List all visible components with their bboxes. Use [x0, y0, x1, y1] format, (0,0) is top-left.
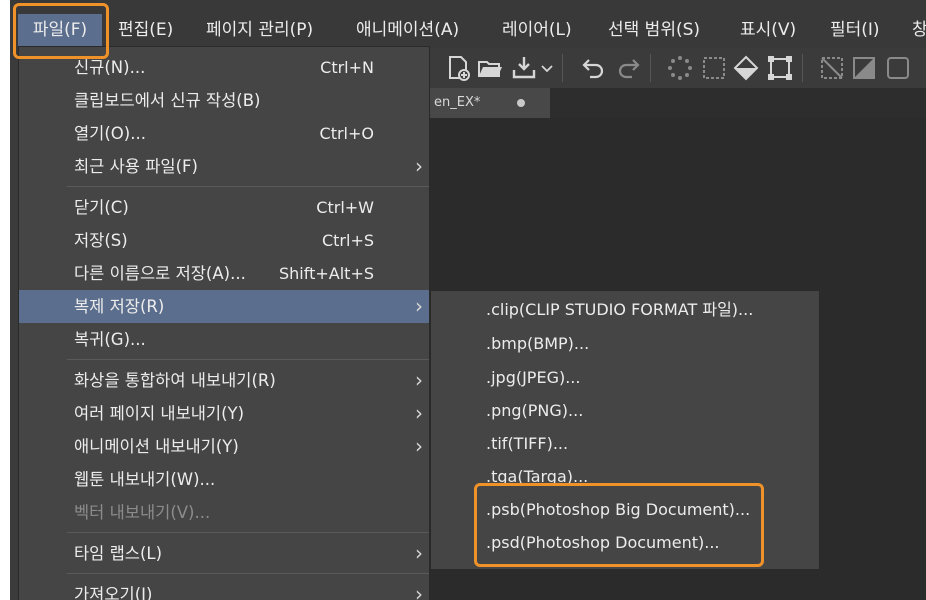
menu-item-save-duplicate[interactable]: 복제 저장(R) › — [19, 290, 429, 323]
chevron-right-icon: › — [415, 368, 423, 392]
menu-item-revert[interactable]: 복귀(G)... — [19, 323, 429, 356]
save-duplicate-submenu: .clip(CLIP STUDIO FORMAT 파일)... .bmp(BMP… — [430, 290, 820, 570]
menu-item-label: 클립보드에서 신규 작성(B) — [74, 91, 261, 110]
unsaved-dot-icon — [517, 99, 525, 107]
menu-item-label: .clip(CLIP STUDIO FORMAT 파일)... — [486, 300, 754, 319]
menu-item-shortcut: Ctrl+N — [320, 58, 374, 77]
submenu-item-tif[interactable]: .tif(TIFF)... — [431, 427, 819, 460]
toolbar-separator — [562, 54, 563, 82]
menu-item-save[interactable]: 저장(S) Ctrl+S — [19, 224, 429, 257]
frame-icon[interactable] — [884, 54, 912, 82]
menu-item-shortcut: Shift+Alt+S — [279, 264, 374, 283]
toolbar-separator — [802, 54, 803, 82]
menu-item-label: 열기(O)... — [74, 124, 146, 143]
menu-item-save-as[interactable]: 다른 이름으로 저장(A)... Shift+Alt+S — [19, 257, 429, 290]
menu-item-label: 신규(N)... — [74, 58, 146, 77]
menu-separator — [67, 573, 429, 574]
submenu-item-tga[interactable]: .tga(Targa)... — [431, 460, 819, 493]
menu-animation[interactable]: 애니메이션(A) — [356, 17, 459, 43]
menu-item-label: 복제 저장(R) — [74, 297, 165, 316]
loading-icon[interactable] — [666, 54, 694, 82]
toolbar-separator — [650, 54, 651, 82]
menu-item-export-animation[interactable]: 애니메이션 내보내기(Y) › — [19, 430, 429, 463]
menu-item-label: .tga(Targa)... — [486, 467, 589, 486]
redo-icon[interactable] — [614, 54, 642, 82]
menu-page-management[interactable]: 페이지 관리(P) — [206, 17, 313, 43]
menu-item-label: 화상을 통합하여 내보내기(R) — [74, 371, 276, 390]
menu-item-label: 웹툰 내보내기(W)... — [74, 470, 216, 489]
menu-item-export-vector: 벡터 내보내기(V)... — [19, 496, 429, 529]
menu-item-label: 복귀(G)... — [74, 330, 146, 349]
menu-item-open[interactable]: 열기(O)... Ctrl+O — [19, 117, 429, 150]
menu-item-recent-files[interactable]: 최근 사용 파일(F) › — [19, 150, 429, 183]
chevron-right-icon: › — [415, 401, 423, 425]
menu-item-label: .bmp(BMP)... — [486, 334, 590, 353]
document-tabbar: en_EX* — [430, 88, 926, 118]
ruler-disabled-icon[interactable] — [818, 54, 846, 82]
menu-item-shortcut: Ctrl+O — [319, 124, 374, 143]
menu-edit[interactable]: 편집(E) — [118, 17, 173, 43]
submenu-item-jpg[interactable]: .jpg(JPEG)... — [431, 361, 819, 394]
open-folder-icon[interactable] — [476, 54, 504, 82]
menu-item-new[interactable]: 신규(N)... Ctrl+N — [19, 51, 429, 84]
menu-item-label: .psb(Photoshop Big Document)... — [486, 500, 751, 519]
menu-item-label: 닫기(C) — [74, 198, 129, 217]
menu-item-export-multiple-pages[interactable]: 여러 페이지 내보내기(Y) › — [19, 397, 429, 430]
menu-item-close[interactable]: 닫기(C) Ctrl+W — [19, 191, 429, 224]
document-tab[interactable]: en_EX* — [430, 88, 550, 118]
document-tab-title: en_EX* — [434, 95, 481, 110]
menu-item-label: 가져오기(I) — [74, 585, 153, 600]
menu-item-label: 애니메이션 내보내기(Y) — [74, 437, 239, 456]
menu-layer[interactable]: 레이어(L) — [502, 17, 572, 43]
menu-item-label: 다른 이름으로 저장(A)... — [74, 264, 246, 283]
menu-filter[interactable]: 필터(I) — [830, 17, 880, 43]
grid-icon[interactable] — [850, 54, 878, 82]
menu-selection[interactable]: 선택 범위(S) — [608, 17, 700, 43]
menu-window[interactable]: 창 — [912, 17, 926, 43]
menu-item-export-webtoon[interactable]: 웹툰 내보내기(W)... — [19, 463, 429, 496]
menu-item-shortcut: Ctrl+S — [321, 231, 374, 250]
menu-view[interactable]: 표시(V) — [740, 17, 796, 43]
chevron-right-icon: › — [415, 294, 423, 318]
chevron-right-icon: › — [415, 541, 423, 565]
dropdown-chevron-icon[interactable] — [538, 54, 556, 82]
chevron-right-icon: › — [415, 434, 423, 458]
submenu-item-psb[interactable]: .psb(Photoshop Big Document)... — [431, 493, 819, 526]
menu-item-label: .png(PNG)... — [486, 401, 584, 420]
command-bar — [430, 48, 926, 88]
new-canvas-icon[interactable] — [444, 54, 472, 82]
undo-icon[interactable] — [580, 54, 608, 82]
menu-item-new-from-clipboard[interactable]: 클립보드에서 신규 작성(B) — [19, 84, 429, 117]
menu-item-label: .tif(TIFF)... — [486, 434, 569, 453]
file-menu: 신규(N)... Ctrl+N 클립보드에서 신규 작성(B) 열기(O)...… — [18, 46, 430, 600]
selection-icon[interactable] — [700, 54, 728, 82]
menu-item-label: 여러 페이지 내보내기(Y) — [74, 404, 245, 423]
app-window: 파일(F) 편집(E) 페이지 관리(P) 애니메이션(A) 레이어(L) 선택… — [10, 0, 926, 600]
menu-separator — [67, 359, 429, 360]
menu-separator — [67, 186, 429, 187]
menu-item-label: 저장(S) — [74, 231, 128, 250]
submenu-item-psd[interactable]: .psd(Photoshop Document)... — [431, 526, 819, 559]
save-icon[interactable] — [510, 54, 538, 82]
submenu-item-clip[interactable]: .clip(CLIP STUDIO FORMAT 파일)... — [431, 293, 819, 326]
menu-item-export-single-layer[interactable]: 화상을 통합하여 내보내기(R) › — [19, 364, 429, 397]
chevron-right-icon: › — [415, 154, 423, 178]
menu-item-label: .psd(Photoshop Document)... — [486, 533, 720, 552]
menu-item-timelapse[interactable]: 타임 랩스(L) › — [19, 537, 429, 570]
menu-separator — [67, 532, 429, 533]
menu-item-label: .jpg(JPEG)... — [486, 368, 581, 387]
chevron-right-icon: › — [415, 582, 423, 600]
submenu-item-png[interactable]: .png(PNG)... — [431, 394, 819, 427]
menu-item-label: 벡터 내보내기(V)... — [74, 503, 211, 522]
transform-icon[interactable] — [766, 54, 794, 82]
submenu-item-bmp[interactable]: .bmp(BMP)... — [431, 327, 819, 360]
menu-item-label: 타임 랩스(L) — [74, 544, 163, 563]
menu-item-shortcut: Ctrl+W — [316, 198, 374, 217]
menu-item-label: 최근 사용 파일(F) — [74, 157, 198, 176]
menu-item-import[interactable]: 가져오기(I) › — [19, 578, 429, 600]
menu-file[interactable]: 파일(F) — [18, 14, 102, 46]
fill-icon[interactable] — [732, 54, 760, 82]
